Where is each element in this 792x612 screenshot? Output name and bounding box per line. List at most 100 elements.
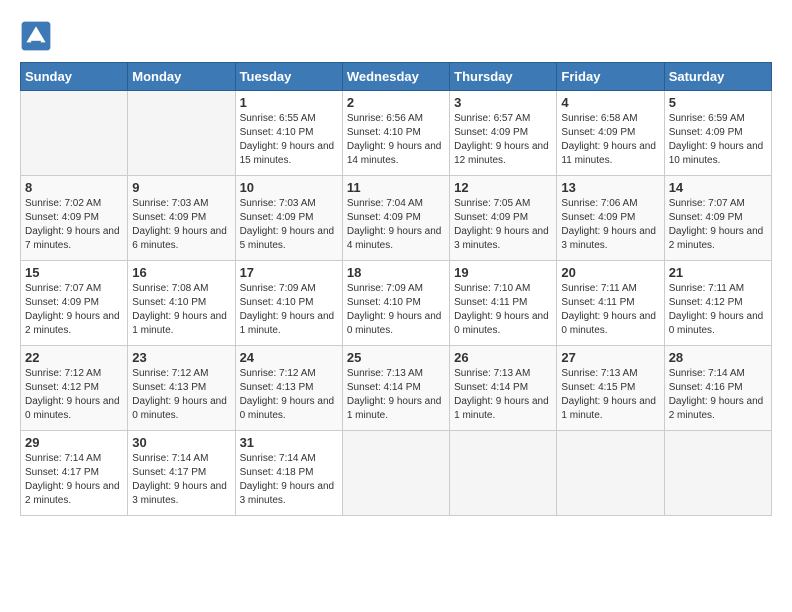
day-number: 18 bbox=[347, 265, 445, 280]
day-info: Sunrise: 6:59 AM Sunset: 4:09 PM Dayligh… bbox=[669, 112, 767, 168]
calendar-day-cell: 23 Sunrise: 7:12 AM Sunset: 4:13 PM Dayl… bbox=[128, 346, 235, 431]
day-info: Sunrise: 7:06 AM Sunset: 4:09 PM Dayligh… bbox=[561, 197, 659, 253]
day-number: 9 bbox=[132, 180, 230, 195]
day-info: Sunrise: 7:13 AM Sunset: 4:15 PM Dayligh… bbox=[561, 367, 659, 423]
calendar-day-cell: 9 Sunrise: 7:03 AM Sunset: 4:09 PM Dayli… bbox=[128, 176, 235, 261]
calendar-day-cell: 17 Sunrise: 7:09 AM Sunset: 4:10 PM Dayl… bbox=[235, 261, 342, 346]
logo-icon bbox=[20, 20, 52, 52]
calendar-week-row: 29 Sunrise: 7:14 AM Sunset: 4:17 PM Dayl… bbox=[21, 431, 772, 516]
calendar-day-cell: 14 Sunrise: 7:07 AM Sunset: 4:09 PM Dayl… bbox=[664, 176, 771, 261]
day-info: Sunrise: 7:05 AM Sunset: 4:09 PM Dayligh… bbox=[454, 197, 552, 253]
calendar-day-cell: 20 Sunrise: 7:11 AM Sunset: 4:11 PM Dayl… bbox=[557, 261, 664, 346]
day-number: 24 bbox=[240, 350, 338, 365]
calendar-table: SundayMondayTuesdayWednesdayThursdayFrid… bbox=[20, 62, 772, 516]
day-info: Sunrise: 7:13 AM Sunset: 4:14 PM Dayligh… bbox=[454, 367, 552, 423]
calendar-day-cell: 19 Sunrise: 7:10 AM Sunset: 4:11 PM Dayl… bbox=[450, 261, 557, 346]
calendar-day-cell: 16 Sunrise: 7:08 AM Sunset: 4:10 PM Dayl… bbox=[128, 261, 235, 346]
calendar-day-cell: 26 Sunrise: 7:13 AM Sunset: 4:14 PM Dayl… bbox=[450, 346, 557, 431]
day-info: Sunrise: 7:08 AM Sunset: 4:10 PM Dayligh… bbox=[132, 282, 230, 338]
day-info: Sunrise: 6:55 AM Sunset: 4:10 PM Dayligh… bbox=[240, 112, 338, 168]
day-number: 4 bbox=[561, 95, 659, 110]
day-number: 17 bbox=[240, 265, 338, 280]
day-info: Sunrise: 7:12 AM Sunset: 4:13 PM Dayligh… bbox=[132, 367, 230, 423]
day-info: Sunrise: 6:58 AM Sunset: 4:09 PM Dayligh… bbox=[561, 112, 659, 168]
day-number: 30 bbox=[132, 435, 230, 450]
empty-cell bbox=[664, 431, 771, 516]
day-number: 12 bbox=[454, 180, 552, 195]
calendar-day-cell: 2 Sunrise: 6:56 AM Sunset: 4:10 PM Dayli… bbox=[342, 91, 449, 176]
calendar-day-cell: 10 Sunrise: 7:03 AM Sunset: 4:09 PM Dayl… bbox=[235, 176, 342, 261]
day-info: Sunrise: 7:04 AM Sunset: 4:09 PM Dayligh… bbox=[347, 197, 445, 253]
calendar-day-cell: 21 Sunrise: 7:11 AM Sunset: 4:12 PM Dayl… bbox=[664, 261, 771, 346]
day-number: 22 bbox=[25, 350, 123, 365]
day-number: 20 bbox=[561, 265, 659, 280]
day-number: 5 bbox=[669, 95, 767, 110]
day-info: Sunrise: 7:14 AM Sunset: 4:16 PM Dayligh… bbox=[669, 367, 767, 423]
empty-cell bbox=[342, 431, 449, 516]
calendar-day-cell: 5 Sunrise: 6:59 AM Sunset: 4:09 PM Dayli… bbox=[664, 91, 771, 176]
day-of-week-header: Monday bbox=[128, 63, 235, 91]
calendar-day-cell: 3 Sunrise: 6:57 AM Sunset: 4:09 PM Dayli… bbox=[450, 91, 557, 176]
day-number: 10 bbox=[240, 180, 338, 195]
calendar-week-row: 8 Sunrise: 7:02 AM Sunset: 4:09 PM Dayli… bbox=[21, 176, 772, 261]
day-info: Sunrise: 7:14 AM Sunset: 4:17 PM Dayligh… bbox=[25, 452, 123, 508]
day-number: 29 bbox=[25, 435, 123, 450]
day-info: Sunrise: 6:56 AM Sunset: 4:10 PM Dayligh… bbox=[347, 112, 445, 168]
calendar-day-cell: 4 Sunrise: 6:58 AM Sunset: 4:09 PM Dayli… bbox=[557, 91, 664, 176]
day-of-week-header: Saturday bbox=[664, 63, 771, 91]
day-number: 13 bbox=[561, 180, 659, 195]
calendar-day-cell: 24 Sunrise: 7:12 AM Sunset: 4:13 PM Dayl… bbox=[235, 346, 342, 431]
day-of-week-header: Tuesday bbox=[235, 63, 342, 91]
day-info: Sunrise: 7:11 AM Sunset: 4:11 PM Dayligh… bbox=[561, 282, 659, 338]
day-of-week-header: Thursday bbox=[450, 63, 557, 91]
day-info: Sunrise: 6:57 AM Sunset: 4:09 PM Dayligh… bbox=[454, 112, 552, 168]
calendar-day-cell: 11 Sunrise: 7:04 AM Sunset: 4:09 PM Dayl… bbox=[342, 176, 449, 261]
header bbox=[20, 20, 772, 52]
day-info: Sunrise: 7:10 AM Sunset: 4:11 PM Dayligh… bbox=[454, 282, 552, 338]
day-info: Sunrise: 7:07 AM Sunset: 4:09 PM Dayligh… bbox=[669, 197, 767, 253]
calendar-day-cell: 12 Sunrise: 7:05 AM Sunset: 4:09 PM Dayl… bbox=[450, 176, 557, 261]
calendar-week-row: 22 Sunrise: 7:12 AM Sunset: 4:12 PM Dayl… bbox=[21, 346, 772, 431]
calendar-week-row: 15 Sunrise: 7:07 AM Sunset: 4:09 PM Dayl… bbox=[21, 261, 772, 346]
day-number: 16 bbox=[132, 265, 230, 280]
day-info: Sunrise: 7:09 AM Sunset: 4:10 PM Dayligh… bbox=[347, 282, 445, 338]
calendar-day-cell: 25 Sunrise: 7:13 AM Sunset: 4:14 PM Dayl… bbox=[342, 346, 449, 431]
calendar-day-cell: 30 Sunrise: 7:14 AM Sunset: 4:17 PM Dayl… bbox=[128, 431, 235, 516]
calendar-day-cell: 1 Sunrise: 6:55 AM Sunset: 4:10 PM Dayli… bbox=[235, 91, 342, 176]
calendar-day-cell: 18 Sunrise: 7:09 AM Sunset: 4:10 PM Dayl… bbox=[342, 261, 449, 346]
day-info: Sunrise: 7:03 AM Sunset: 4:09 PM Dayligh… bbox=[132, 197, 230, 253]
calendar-header-row: SundayMondayTuesdayWednesdayThursdayFrid… bbox=[21, 63, 772, 91]
day-number: 26 bbox=[454, 350, 552, 365]
day-number: 1 bbox=[240, 95, 338, 110]
empty-cell bbox=[128, 91, 235, 176]
day-number: 21 bbox=[669, 265, 767, 280]
day-number: 25 bbox=[347, 350, 445, 365]
day-info: Sunrise: 7:03 AM Sunset: 4:09 PM Dayligh… bbox=[240, 197, 338, 253]
day-info: Sunrise: 7:14 AM Sunset: 4:18 PM Dayligh… bbox=[240, 452, 338, 508]
day-number: 27 bbox=[561, 350, 659, 365]
empty-cell bbox=[450, 431, 557, 516]
day-info: Sunrise: 7:07 AM Sunset: 4:09 PM Dayligh… bbox=[25, 282, 123, 338]
day-info: Sunrise: 7:09 AM Sunset: 4:10 PM Dayligh… bbox=[240, 282, 338, 338]
day-number: 23 bbox=[132, 350, 230, 365]
calendar-day-cell: 22 Sunrise: 7:12 AM Sunset: 4:12 PM Dayl… bbox=[21, 346, 128, 431]
calendar-day-cell: 28 Sunrise: 7:14 AM Sunset: 4:16 PM Dayl… bbox=[664, 346, 771, 431]
calendar-day-cell: 8 Sunrise: 7:02 AM Sunset: 4:09 PM Dayli… bbox=[21, 176, 128, 261]
day-number: 28 bbox=[669, 350, 767, 365]
empty-cell bbox=[557, 431, 664, 516]
day-info: Sunrise: 7:11 AM Sunset: 4:12 PM Dayligh… bbox=[669, 282, 767, 338]
day-number: 19 bbox=[454, 265, 552, 280]
calendar-week-row: 1 Sunrise: 6:55 AM Sunset: 4:10 PM Dayli… bbox=[21, 91, 772, 176]
day-of-week-header: Wednesday bbox=[342, 63, 449, 91]
day-number: 11 bbox=[347, 180, 445, 195]
day-info: Sunrise: 7:02 AM Sunset: 4:09 PM Dayligh… bbox=[25, 197, 123, 253]
day-number: 8 bbox=[25, 180, 123, 195]
empty-cell bbox=[21, 91, 128, 176]
calendar-day-cell: 29 Sunrise: 7:14 AM Sunset: 4:17 PM Dayl… bbox=[21, 431, 128, 516]
day-of-week-header: Friday bbox=[557, 63, 664, 91]
day-number: 14 bbox=[669, 180, 767, 195]
day-number: 31 bbox=[240, 435, 338, 450]
day-of-week-header: Sunday bbox=[21, 63, 128, 91]
calendar-day-cell: 15 Sunrise: 7:07 AM Sunset: 4:09 PM Dayl… bbox=[21, 261, 128, 346]
day-number: 3 bbox=[454, 95, 552, 110]
